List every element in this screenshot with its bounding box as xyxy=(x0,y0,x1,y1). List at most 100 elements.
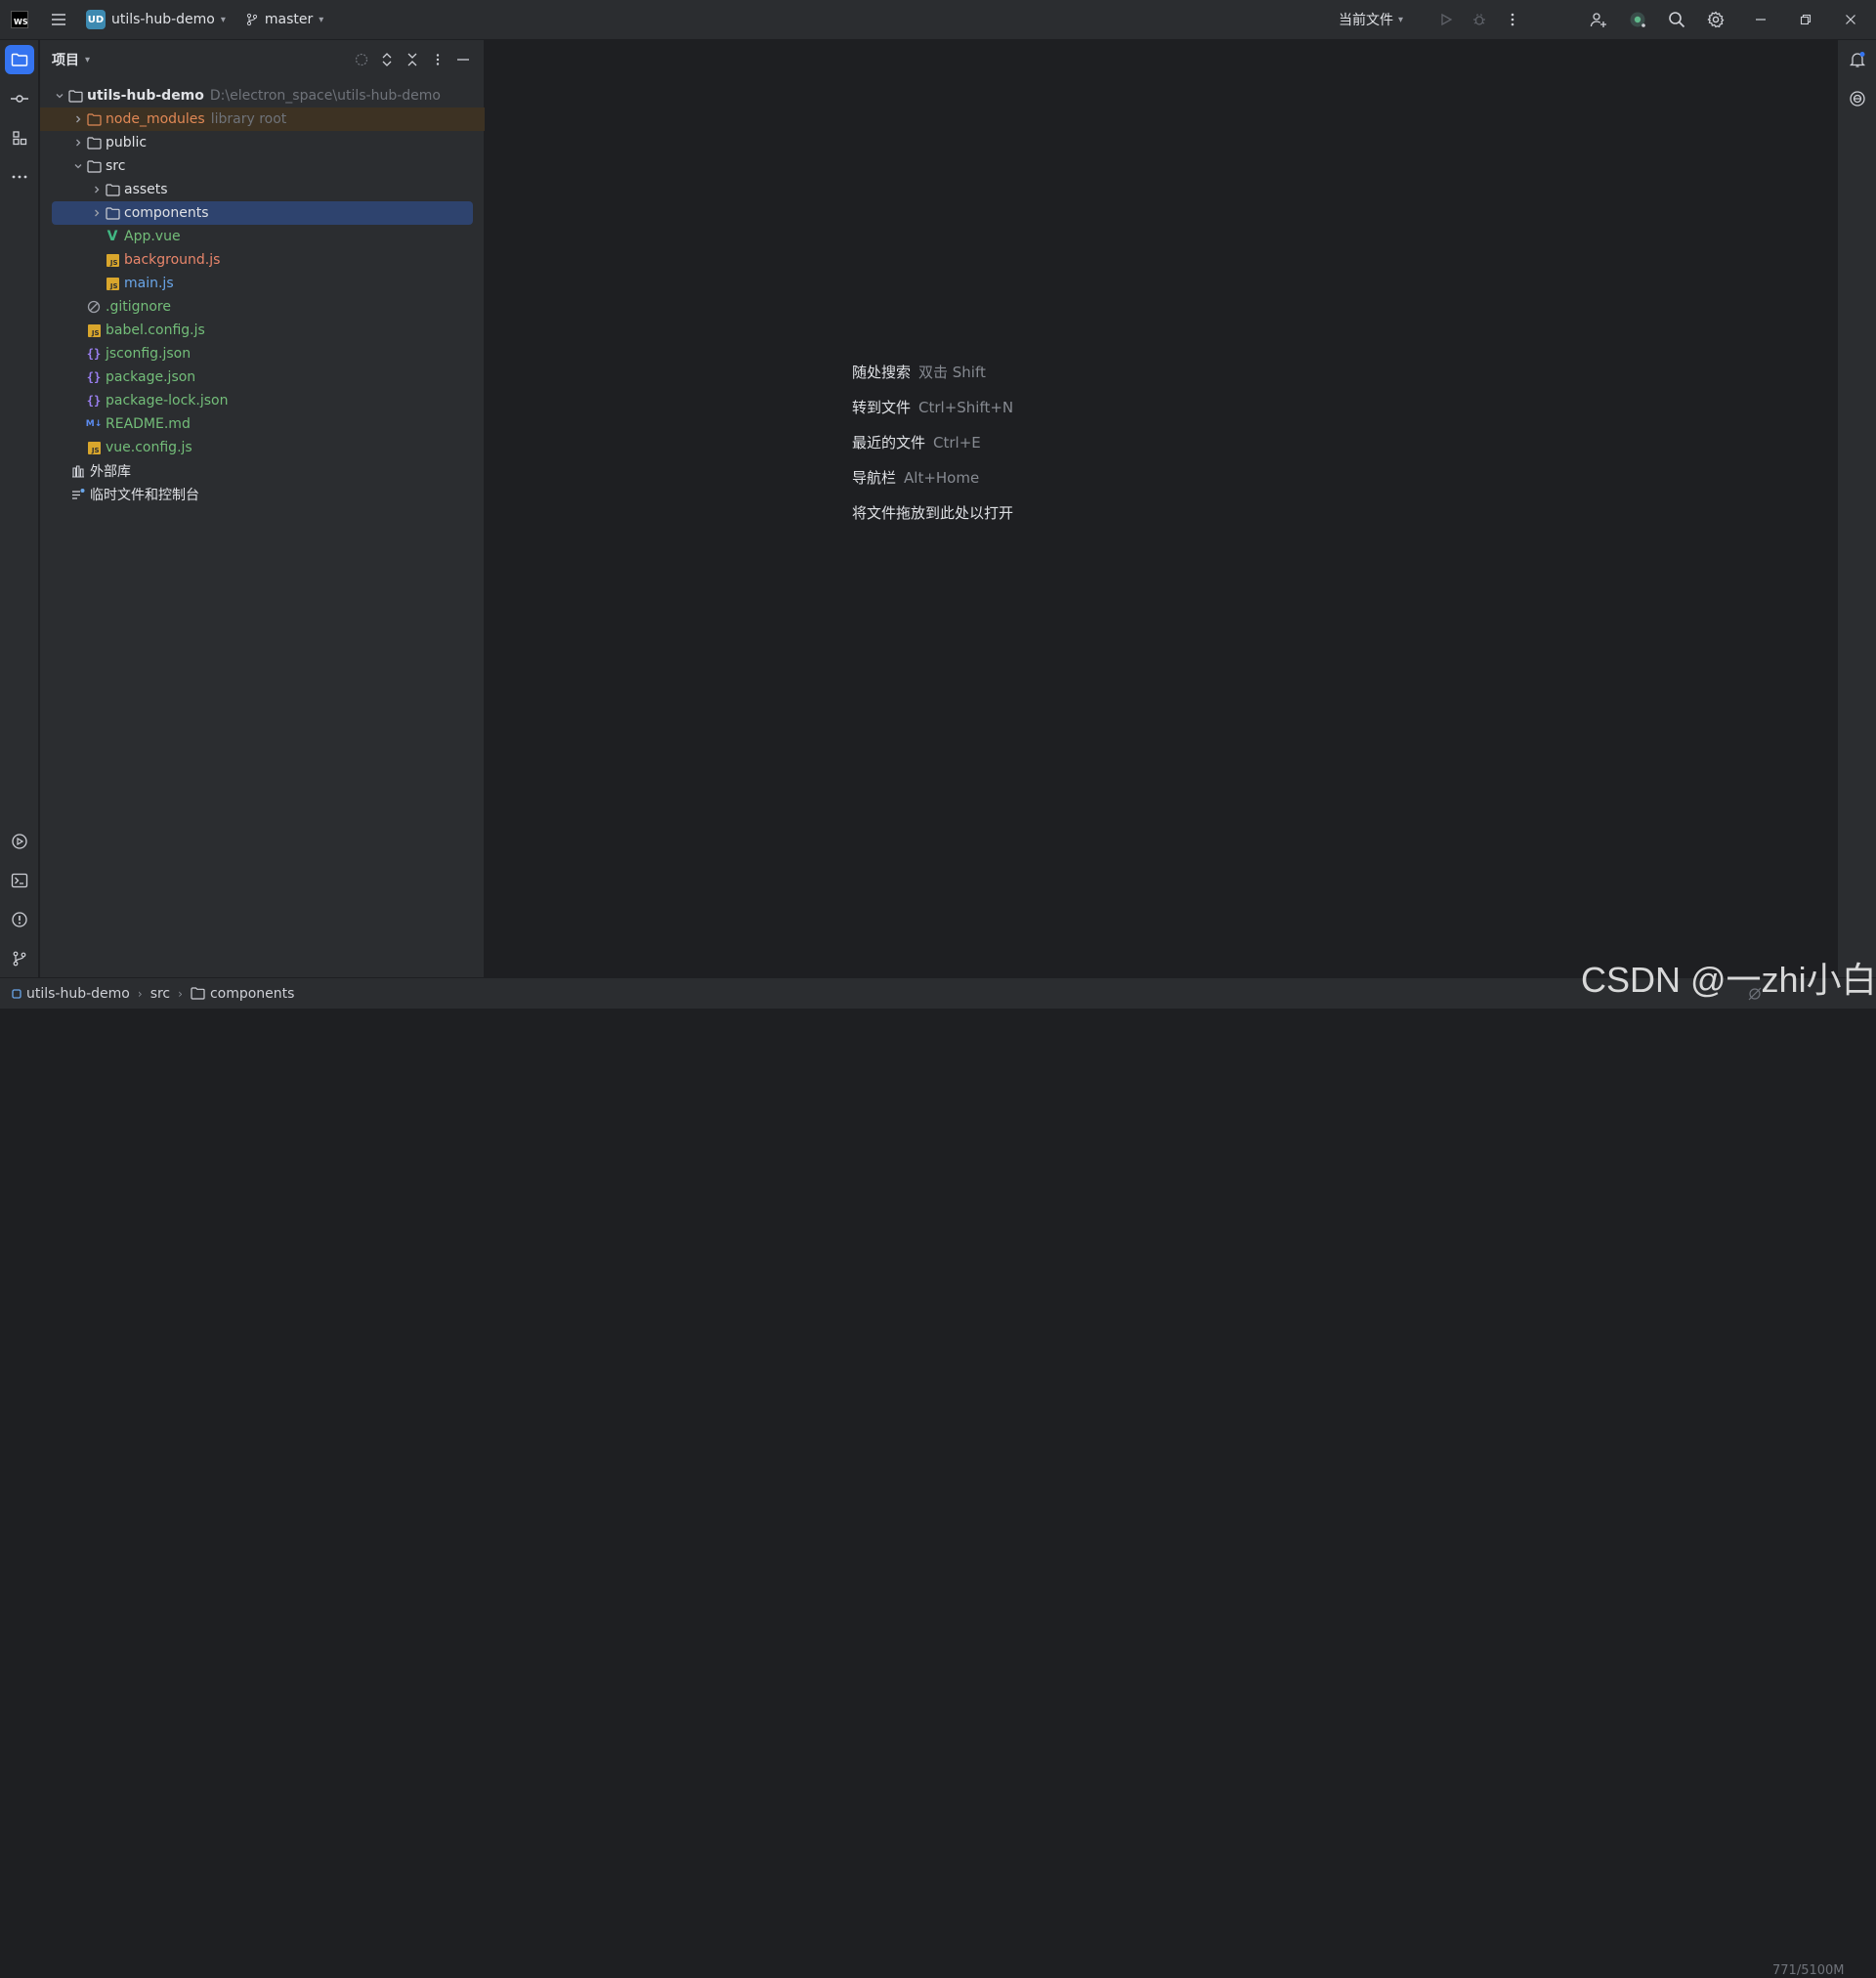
project-badge: UD xyxy=(86,10,106,29)
run-config-selector[interactable]: 当前文件 ▾ xyxy=(1339,0,1403,39)
settings-gear-icon[interactable] xyxy=(1704,0,1727,39)
scratches-icon xyxy=(70,487,86,502)
locate-file-icon[interactable] xyxy=(350,48,373,71)
gitignore-name: .gitignore xyxy=(106,299,171,315)
hint-shortcut: Ctrl+E xyxy=(933,434,981,452)
breadcrumb-components[interactable]: components xyxy=(191,985,295,1002)
vue-config-name: vue.config.js xyxy=(106,440,192,455)
chevron-right-icon[interactable] xyxy=(89,205,105,221)
project-widget[interactable]: UD utils-hub-demo ▾ xyxy=(78,5,234,34)
js-file-icon: JS xyxy=(86,440,102,455)
babel-config-name: babel.config.js xyxy=(106,322,205,338)
tree-row-app-vue[interactable]: V App.vue xyxy=(40,225,485,248)
hint-navigation-bar: 导航栏 Alt+Home xyxy=(852,467,979,488)
tree-row-src[interactable]: src xyxy=(40,154,485,178)
json-file-icon: {} xyxy=(86,394,102,408)
package-json-name: package.json xyxy=(106,369,196,385)
close-icon[interactable] xyxy=(1839,0,1862,39)
commit-icon[interactable] xyxy=(5,84,34,113)
tree-row-node-modules[interactable]: node_modules library root xyxy=(40,108,485,131)
editor-empty-area[interactable]: 随处搜索 双击 Shift 转到文件 Ctrl+Shift+N 最近的文件 Ctrl+… xyxy=(486,40,1836,977)
folder-icon xyxy=(86,111,102,127)
services-icon[interactable] xyxy=(5,827,34,856)
tree-row-babel-config[interactable]: JS babel.config.js xyxy=(40,319,485,342)
breadcrumb-project[interactable]: utils-hub-demo xyxy=(12,986,130,1002)
tree-row-package-json[interactable]: {} package.json xyxy=(40,366,485,389)
panel-options-icon[interactable] xyxy=(426,48,449,71)
collapse-all-icon[interactable] xyxy=(401,48,424,71)
tree-row-public[interactable]: public xyxy=(40,131,485,154)
main-menu-icon[interactable] xyxy=(39,0,78,39)
run-icon[interactable] xyxy=(1434,0,1458,39)
chevron-down-icon[interactable] xyxy=(70,158,86,174)
problems-icon[interactable] xyxy=(5,905,34,934)
breadcrumb-src[interactable]: src xyxy=(150,986,170,1002)
tree-row-package-lock[interactable]: {} package-lock.json xyxy=(40,389,485,412)
tree-row-assets[interactable]: assets xyxy=(40,178,485,201)
branch-name: master xyxy=(264,12,314,27)
folder-icon xyxy=(105,205,120,221)
external-libs-name: 外部库 xyxy=(90,464,131,480)
code-with-me-icon[interactable] xyxy=(1587,0,1610,39)
hint-label: 导航栏 xyxy=(852,469,897,487)
ai-chat-icon[interactable] xyxy=(1843,84,1872,113)
run-config-label: 当前文件 xyxy=(1339,13,1393,28)
hint-shortcut: 双击 Shift xyxy=(918,364,986,381)
structure-icon[interactable] xyxy=(5,123,34,152)
tree-row-root[interactable]: utils-hub-demo D:\electron_space\utils-h… xyxy=(40,84,485,108)
app-logo-icon[interactable]: WS xyxy=(0,0,39,39)
title-bar: WS UD utils-hub-demo ▾ master ▾ 当前文件 ▾ xyxy=(0,0,1876,40)
tree-row-components[interactable]: components xyxy=(52,201,473,225)
chevron-right-icon[interactable] xyxy=(70,135,86,150)
more-actions-icon[interactable] xyxy=(1501,0,1524,39)
hide-panel-icon[interactable] xyxy=(451,48,475,71)
memory-indicator[interactable]: 771/5100M xyxy=(1772,1963,1845,1978)
jsconfig-name: jsconfig.json xyxy=(106,346,192,362)
tree-row-jsconfig[interactable]: {} jsconfig.json xyxy=(40,342,485,366)
assets-name: assets xyxy=(124,182,168,197)
node-modules-name: node_modules xyxy=(106,111,205,127)
tree-row-vue-config[interactable]: JS vue.config.js xyxy=(40,436,485,459)
app-vue-name: App.vue xyxy=(124,229,181,244)
ai-assistant-icon[interactable] xyxy=(1626,0,1649,39)
chevron-right-icon[interactable] xyxy=(70,111,86,127)
terminal-icon[interactable] xyxy=(5,866,34,895)
hint-search-everywhere: 随处搜索 双击 Shift xyxy=(852,362,986,382)
more-tools-icon[interactable] xyxy=(5,162,34,192)
tree-row-external-libraries[interactable]: 外部库 xyxy=(40,459,485,483)
markdown-file-icon: M↓ xyxy=(85,419,103,429)
root-name: utils-hub-demo xyxy=(87,88,204,104)
folder-icon xyxy=(191,987,205,1000)
chevron-down-icon[interactable] xyxy=(52,88,67,104)
tree-row-background-js[interactable]: JS background.js xyxy=(40,248,485,272)
hint-shortcut: Ctrl+Shift+N xyxy=(918,399,1014,416)
scratches-name: 临时文件和控制台 xyxy=(90,488,199,503)
library-icon xyxy=(70,463,86,479)
status-bar: utils-hub-demo › src › components 771/51… xyxy=(0,977,1876,1978)
chevron-down-icon[interactable]: ▾ xyxy=(85,55,90,65)
folder-icon xyxy=(105,182,120,197)
project-panel-title[interactable]: 项目 xyxy=(52,50,79,69)
expand-all-icon[interactable] xyxy=(375,48,399,71)
tree-row-gitignore[interactable]: .gitignore xyxy=(40,295,485,319)
tree-row-scratches[interactable]: 临时文件和控制台 xyxy=(40,483,485,506)
search-icon[interactable] xyxy=(1665,0,1688,39)
hint-label: 随处搜索 xyxy=(852,364,912,381)
debug-icon[interactable] xyxy=(1468,0,1491,39)
src-name: src xyxy=(106,158,126,174)
tree-row-readme[interactable]: M↓ README.md xyxy=(40,412,485,436)
chevron-right-icon[interactable] xyxy=(89,182,105,197)
project-tool-folder-icon[interactable] xyxy=(5,45,34,74)
no-inspections-icon[interactable] xyxy=(1747,986,1763,1002)
hint-label: 转到文件 xyxy=(852,399,912,416)
hint-drop-files: 将文件拖放到此处以打开 xyxy=(852,502,1013,523)
version-control-icon[interactable] xyxy=(5,944,34,973)
restore-icon[interactable] xyxy=(1794,0,1817,39)
public-name: public xyxy=(106,135,148,150)
breadcrumb-label: components xyxy=(209,985,295,1002)
tree-row-main-js[interactable]: JS main.js xyxy=(40,272,485,295)
notifications-bell-icon[interactable] xyxy=(1843,45,1872,74)
chevron-right-icon: › xyxy=(178,986,183,1001)
vcs-branch-widget[interactable]: master ▾ xyxy=(237,12,331,27)
minimize-icon[interactable] xyxy=(1749,0,1772,39)
